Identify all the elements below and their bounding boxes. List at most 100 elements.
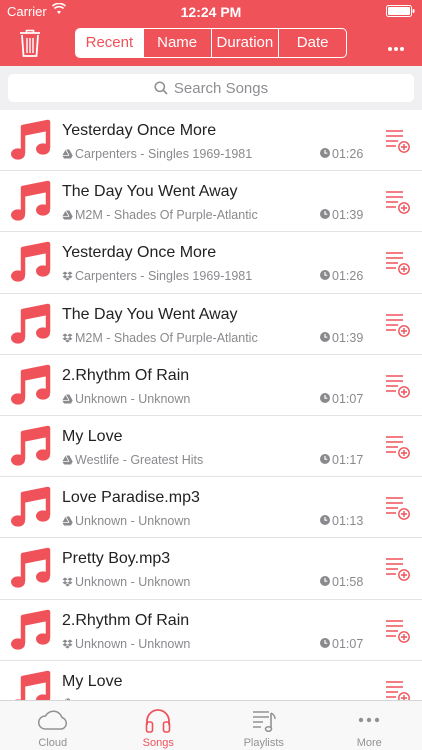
tab-more[interactable]: More (317, 701, 422, 750)
headphones-icon (145, 709, 171, 733)
clock-icon (320, 208, 332, 222)
song-row[interactable]: My Love (0, 661, 422, 700)
clock-icon (320, 269, 332, 283)
song-title: Yesterday Once More (62, 122, 217, 139)
add-to-playlist-icon[interactable] (385, 187, 411, 215)
playlist-icon (252, 711, 276, 733)
song-duration-text: 01:39 (332, 208, 364, 223)
song-row[interactable]: 2.Rhythm Of Rain Unknown - Unknown 01:07 (0, 600, 422, 661)
status-time: 12:24 PM (180, 4, 242, 20)
dropbox-icon (62, 271, 73, 281)
tab-bar: Cloud Songs Playlists More (0, 700, 422, 750)
song-row[interactable]: Love Paradise.mp3 Unknown - Unknown 01:1… (0, 477, 422, 539)
song-title: My Love (62, 427, 123, 445)
more-dots-icon (359, 717, 380, 723)
dropbox-icon (62, 577, 73, 587)
more-options-icon[interactable] (388, 40, 404, 51)
cloud-drive-icon (62, 210, 73, 220)
song-duration-text: 01:58 (332, 575, 364, 590)
dropbox-icon (62, 639, 73, 649)
song-title: Pretty Boy.mp3 (62, 550, 171, 568)
song-title: 2.Rhythm Of Rain (62, 611, 190, 629)
tab-songs[interactable]: Songs (106, 701, 212, 750)
search-bar-container: Search Songs (0, 66, 422, 110)
music-note-icon (10, 425, 52, 469)
tab-songs-label: Songs (142, 737, 174, 749)
song-subtitle: Unknown - Unknown (62, 575, 190, 589)
add-to-playlist-icon[interactable] (385, 248, 411, 276)
music-note-icon (10, 303, 52, 347)
song-duration: 01:17 (320, 453, 363, 467)
cloud-drive-icon (62, 394, 73, 404)
cloud-drive-icon (62, 455, 73, 465)
music-note-icon (10, 609, 52, 653)
dropbox-icon (62, 333, 73, 343)
song-row[interactable]: The Day You Went Away M2M - Shades Of Pu… (0, 294, 422, 355)
cloud-drive-icon (62, 149, 73, 159)
song-row[interactable]: My Love Westlife - Greatest Hits 01:17 (0, 416, 422, 478)
song-list: Yesterday Once More Carpenters - Singles… (0, 110, 422, 700)
music-note-icon (10, 670, 52, 700)
add-to-playlist-icon[interactable] (385, 432, 411, 460)
add-to-playlist-icon[interactable] (385, 554, 411, 582)
song-duration-text: 01:13 (332, 514, 364, 529)
add-to-playlist-icon[interactable] (385, 616, 411, 644)
song-artist-album: Unknown - Unknown (75, 514, 191, 529)
tab-playlists[interactable]: Playlists (211, 701, 317, 750)
song-artist-album: Carpenters - Singles 1969-1981 (75, 269, 253, 284)
song-duration: 01:26 (320, 269, 363, 283)
song-duration: 01:13 (320, 514, 363, 528)
add-to-playlist-icon[interactable] (385, 371, 411, 399)
music-note-icon (10, 547, 52, 591)
song-duration: 01:26 (320, 147, 363, 161)
clock-icon (320, 637, 332, 651)
search-placeholder: Search Songs (173, 79, 269, 97)
add-to-playlist-icon[interactable] (385, 126, 411, 154)
clock-icon (320, 514, 332, 528)
segment-date[interactable]: Date (278, 29, 346, 57)
navigation-header: Carrier 12:24 PM Recent Name Duration Da… (0, 0, 422, 66)
tab-playlists-label: Playlists (243, 737, 284, 749)
song-subtitle: Unknown - Unknown (62, 392, 190, 406)
song-artist-album: M2M - Shades Of Purple-Atlantic (75, 208, 258, 223)
song-artist-album: Unknown - Unknown (75, 636, 191, 651)
battery-icon (386, 5, 416, 17)
add-to-playlist-icon[interactable] (385, 310, 411, 338)
song-row[interactable]: 2.Rhythm Of Rain Unknown - Unknown 01:07 (0, 355, 422, 416)
song-duration-text: 01:26 (332, 269, 364, 284)
song-row[interactable]: Pretty Boy.mp3 Unknown - Unknown 01:58 (0, 538, 422, 600)
clock-icon (320, 453, 332, 467)
song-artist-album: Carpenters - Singles 1969-1981 (75, 147, 253, 161)
add-to-playlist-icon[interactable] (385, 493, 411, 521)
song-title: Love Paradise.mp3 (62, 489, 200, 507)
add-to-playlist-icon[interactable] (385, 677, 411, 700)
song-row[interactable]: Yesterday Once More Carpenters - Singles… (0, 110, 422, 172)
tab-cloud[interactable]: Cloud (0, 701, 106, 750)
song-row[interactable]: Yesterday Once More Carpenters - Singles… (0, 232, 422, 294)
song-row[interactable]: The Day You Went Away M2M - Shades Of Pu… (0, 171, 422, 233)
song-artist-album: M2M - Shades Of Purple-Atlantic (75, 330, 258, 345)
music-note-icon (10, 486, 52, 530)
song-title: 2.Rhythm Of Rain (62, 366, 190, 384)
segment-recent[interactable]: Recent (76, 29, 143, 57)
song-subtitle: M2M - Shades Of Purple-Atlantic (62, 331, 258, 345)
segment-duration[interactable]: Duration (210, 29, 279, 57)
music-note-icon (10, 364, 52, 408)
sort-segmented-control: Recent Name Duration Date (75, 28, 347, 58)
clock-icon (320, 392, 332, 406)
song-subtitle: M2M - Shades Of Purple-Atlantic (62, 208, 258, 222)
song-duration: 01:07 (320, 392, 363, 406)
segment-name[interactable]: Name (142, 29, 211, 57)
song-artist-album: Unknown - Unknown (75, 575, 191, 590)
song-duration-text: 01:07 (332, 636, 364, 651)
song-duration: 01:39 (320, 208, 363, 222)
cloud-drive-icon (62, 516, 73, 526)
song-duration-text: 01:39 (332, 330, 364, 345)
clock-icon (320, 147, 332, 161)
song-title: The Day You Went Away (62, 183, 238, 201)
music-note-icon (10, 119, 52, 163)
trash-icon[interactable] (18, 28, 42, 58)
song-subtitle: Carpenters - Singles 1969-1981 (62, 269, 252, 283)
song-subtitle: Unknown - Unknown (62, 637, 190, 651)
search-input[interactable]: Search Songs (8, 74, 414, 102)
